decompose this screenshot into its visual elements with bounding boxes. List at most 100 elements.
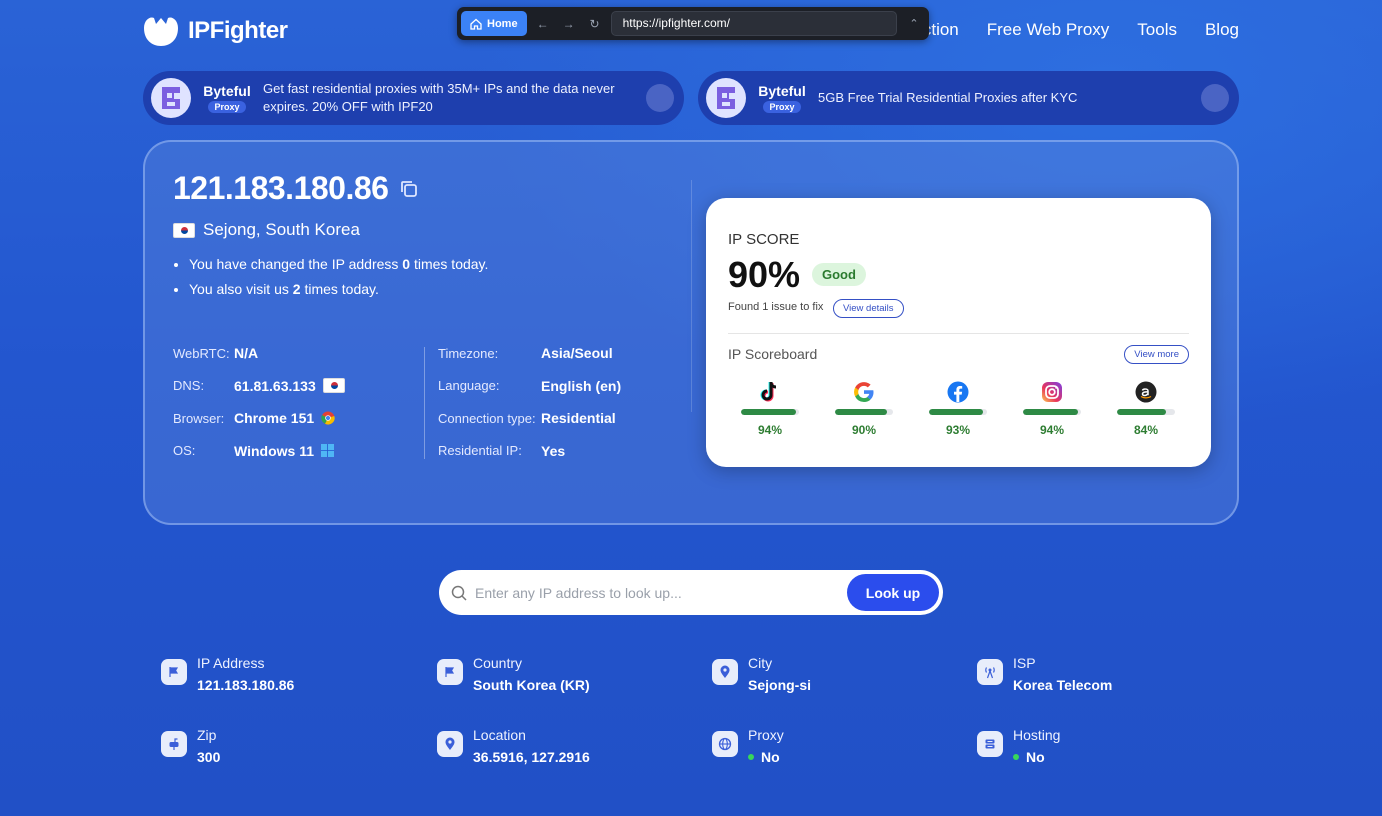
- back-arrow-icon[interactable]: ←: [533, 17, 553, 31]
- instagram-icon: [1042, 382, 1062, 402]
- info-isp: ISP Korea Telecom: [977, 655, 1112, 693]
- score-percent: 90%: [851, 423, 877, 437]
- ip-score-label: IP SCORE: [728, 231, 800, 248]
- forward-arrow-icon[interactable]: →: [559, 17, 579, 31]
- info-value: Sejong-si: [748, 677, 812, 693]
- info-title: Location: [473, 727, 526, 743]
- ip-search-input[interactable]: [475, 584, 847, 601]
- browser-row: Browser: Chrome 151: [173, 402, 345, 435]
- info-value: No: [748, 749, 784, 765]
- windows-icon: [321, 444, 335, 458]
- language-row: Language: English (en): [438, 377, 622, 394]
- info-proxy: Proxy No: [712, 727, 784, 765]
- address-bar[interactable]: https://ipfighter.com/: [610, 11, 897, 36]
- south-korea-flag-icon: [173, 222, 195, 238]
- score-percent: 94%: [757, 423, 783, 437]
- connection-type-row: Connection type: Residential: [438, 410, 616, 427]
- search-icon: [451, 585, 467, 601]
- ad-brand-tag: Proxy: [208, 101, 246, 113]
- ad-banner-2[interactable]: Byteful Proxy 5GB Free Trial Residential…: [698, 71, 1239, 125]
- score-fill: [929, 409, 983, 415]
- ipfighter-logo-icon: [144, 17, 178, 46]
- home-button-label: Home: [487, 17, 518, 30]
- server-icon: [977, 731, 1003, 757]
- ip-change-count: You have changed the IP address 0 times …: [189, 252, 488, 277]
- flag-icon: [161, 659, 187, 685]
- score-percent: 93%: [945, 423, 971, 437]
- byteful-logo-icon: [706, 78, 746, 118]
- info-value: 300: [197, 749, 221, 765]
- info-value: South Korea (KR): [473, 677, 590, 693]
- logo-text: IPFighter: [188, 17, 288, 44]
- facebook-icon: [947, 381, 969, 403]
- info-title: City: [748, 655, 773, 671]
- info-title: IP Address: [197, 655, 265, 671]
- info-title: Proxy: [748, 727, 784, 743]
- info-location: Location 36.5916, 127.2916: [437, 727, 590, 765]
- issues-text: Found 1 issue to fix: [728, 301, 824, 313]
- info-city: City Sejong-si: [712, 655, 811, 693]
- service-score-amazon: 84%: [1111, 378, 1181, 437]
- webrtc-row: WebRTC: N/A: [173, 345, 259, 362]
- ip-value: 121.183.180.86: [173, 170, 389, 206]
- service-score-tiktok: 94%: [735, 378, 805, 437]
- ad-action-icon[interactable]: [1201, 84, 1229, 112]
- map-pin-icon: [437, 731, 463, 757]
- current-ip: 121.183.180.86: [173, 170, 420, 207]
- ad-brand-name: Byteful: [203, 83, 251, 99]
- ad-brand-name: Byteful: [758, 83, 806, 99]
- divider: [728, 333, 1189, 334]
- info-value: No: [1013, 749, 1060, 765]
- nav-item-tools[interactable]: Tools: [1137, 20, 1177, 40]
- nav-item-blog[interactable]: Blog: [1205, 20, 1239, 40]
- mailbox-icon: [161, 731, 187, 757]
- service-score-instagram: 94%: [1017, 378, 1087, 437]
- info-value: Korea Telecom: [1013, 677, 1113, 693]
- info-title: Zip: [197, 727, 217, 743]
- byteful-logo-icon: [151, 78, 191, 118]
- score-fill: [1117, 409, 1166, 415]
- divider: [424, 347, 425, 459]
- visit-stats: You have changed the IP address 0 times …: [189, 252, 488, 302]
- service-score-google: 90%: [829, 378, 899, 437]
- info-title: Hosting: [1013, 727, 1061, 743]
- view-more-button[interactable]: View more: [1124, 345, 1189, 364]
- status-dot-icon: [748, 754, 754, 760]
- info-hosting: Hosting No: [977, 727, 1060, 765]
- browser-toolbar: Home ← → ↻ https://ipfighter.com/ ⌃: [457, 7, 929, 40]
- flag-icon: [437, 659, 463, 685]
- chevron-up-icon[interactable]: ⌃: [903, 17, 925, 30]
- os-row: OS: Windows 11: [173, 435, 345, 468]
- info-title: ISP: [1013, 655, 1036, 671]
- timezone-row: Timezone: Asia/Seoul: [438, 345, 613, 362]
- logo[interactable]: IPFighter: [142, 14, 288, 48]
- home-button[interactable]: Home: [461, 11, 527, 36]
- scoreboard-title: IP Scoreboard: [728, 346, 818, 362]
- ip-info-card: 121.183.180.86 Sejong, South Korea You h…: [143, 140, 1239, 525]
- ip-score-panel: IP SCORE 90% Good Found 1 issue to fix V…: [706, 198, 1211, 467]
- ad-action-icon[interactable]: [646, 84, 674, 112]
- info-value: 121.183.180.86: [197, 677, 295, 693]
- google-icon: [854, 382, 874, 402]
- location-text: Sejong, South Korea: [203, 220, 360, 239]
- score-fill: [1023, 409, 1078, 415]
- info-country: Country South Korea (KR): [437, 655, 590, 693]
- copy-icon[interactable]: [398, 178, 420, 200]
- residential-ip-row: Residential IP: Yes: [438, 442, 566, 459]
- score-fill: [741, 409, 796, 415]
- reload-icon[interactable]: ↻: [585, 17, 605, 31]
- network-details: Timezone: Asia/Seoul Language: English (en…: [438, 337, 621, 467]
- ad-banner-1[interactable]: Byteful Proxy Get fast residential proxi…: [143, 71, 684, 125]
- nav-item-free-web-proxy[interactable]: Free Web Proxy: [987, 20, 1110, 40]
- amazon-icon: [1135, 381, 1157, 403]
- location: Sejong, South Korea: [173, 220, 360, 240]
- ad-text: 5GB Free Trial Residential Proxies after…: [818, 90, 1078, 105]
- look-up-button[interactable]: Look up: [847, 574, 939, 611]
- view-details-button[interactable]: View details: [833, 299, 904, 318]
- info-title: Country: [473, 655, 523, 671]
- info-zip: Zip 300: [161, 727, 220, 765]
- antenna-icon: [977, 659, 1003, 685]
- divider: [691, 180, 692, 412]
- home-icon: [470, 18, 482, 30]
- south-korea-flag-icon: [322, 378, 345, 394]
